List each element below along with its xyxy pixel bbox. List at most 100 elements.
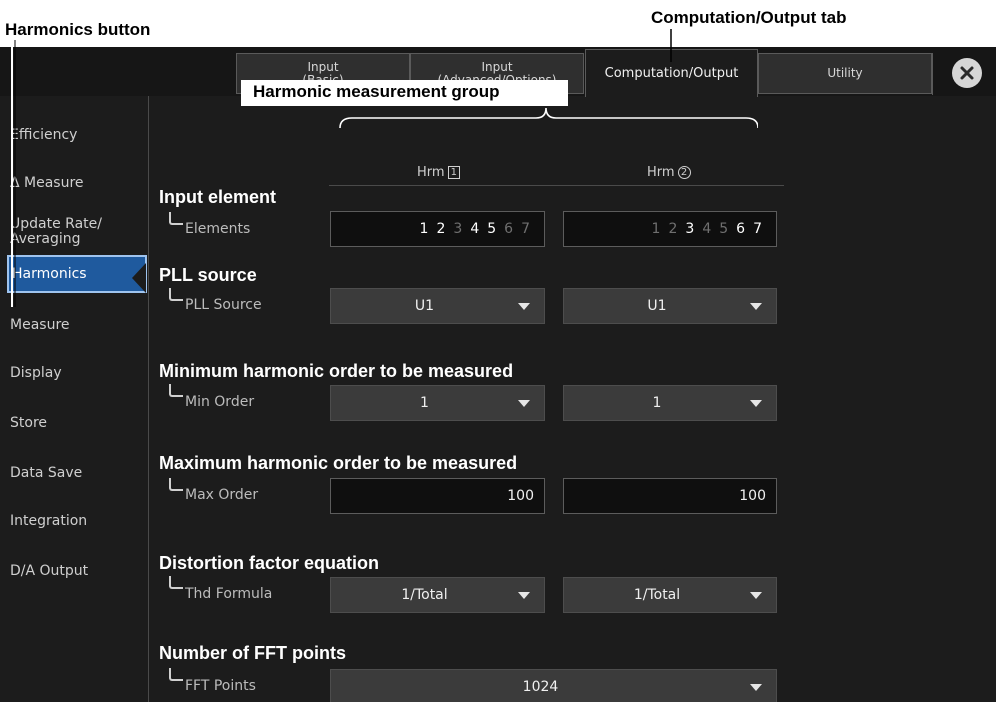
sidebar-item-label: Averaging (10, 231, 81, 247)
input-value: 100 (507, 488, 534, 504)
dropdown-value: 1 (420, 395, 429, 411)
hrm1-column-header: Hrm 1 (417, 165, 460, 180)
dropdown-value: 1 (652, 395, 662, 411)
chevron-down-icon (518, 399, 530, 407)
harmonics-button-callout: Harmonics button (5, 20, 151, 39)
element-1[interactable]: 1 (420, 221, 429, 237)
element-6[interactable]: 6 (504, 221, 513, 237)
sidebar-item-display[interactable]: Display (0, 358, 148, 388)
fft-points-title: Number of FFT points (159, 643, 346, 663)
hrm1-elements-field[interactable]: 1 2 3 4 5 6 7 (330, 211, 545, 247)
tab-utility[interactable]: Utility (758, 53, 932, 94)
hrm2-column-header: Hrm 2 (647, 165, 691, 180)
sidebar: Efficiency Δ Measure Update Rate/ Averag… (0, 96, 149, 702)
hrm2-column-label: Hrm (647, 165, 675, 180)
thd-formula-title: Distortion factor equation (159, 553, 379, 573)
min-order-title: Minimum harmonic order to be measured (159, 361, 514, 381)
element-3[interactable]: 3 (685, 221, 694, 237)
element-4[interactable]: 4 (702, 221, 711, 237)
elbow-connector (169, 576, 183, 589)
thd-formula-label: Thd Formula (185, 586, 273, 602)
sidebar-item-harmonics[interactable]: Harmonics (7, 255, 147, 293)
tab-utility-label: Utility (827, 66, 863, 80)
tab-computation-output[interactable]: Computation/Output (585, 49, 758, 97)
harmonic-group-callout-label: Harmonic measurement group (253, 82, 500, 101)
elbow-connector (169, 668, 183, 681)
elbow-connector (169, 288, 183, 301)
hrm1-max-order-input[interactable]: 100 (330, 478, 545, 514)
elements-label: Elements (185, 221, 251, 237)
element-4[interactable]: 4 (470, 221, 479, 237)
hrm1-pll-source-dropdown[interactable]: U1 (330, 288, 545, 324)
settings-screen: Input (Basic) Input (Advanced/Options) C… (0, 47, 996, 702)
elbow-connector (169, 478, 183, 491)
element-5[interactable]: 5 (719, 221, 728, 237)
dropdown-value: U1 (414, 298, 435, 314)
chevron-down-icon (750, 683, 762, 691)
element-7[interactable]: 7 (753, 221, 762, 237)
element-1[interactable]: 1 (652, 221, 661, 237)
tab-computation-output-label: Computation/Output (604, 66, 739, 81)
fft-points-dropdown[interactable]: 1024 (330, 669, 777, 702)
max-order-label: Max Order (185, 487, 259, 503)
sidebar-item-label: Measure (10, 316, 70, 333)
min-order-label: Min Order (185, 394, 255, 410)
element-2[interactable]: 2 (436, 221, 445, 237)
max-order-title: Maximum harmonic order to be measured (159, 453, 518, 473)
input-value: 100 (739, 488, 766, 504)
hrm1-marker-icon: 1 (447, 166, 460, 179)
sidebar-item-label: Harmonics (12, 265, 87, 282)
sidebar-item-label: Efficiency (10, 126, 78, 143)
close-button[interactable] (952, 58, 982, 88)
dropdown-value: 1/Total (633, 587, 681, 603)
elbow-connector (169, 384, 183, 397)
sidebar-item-update-rate[interactable]: Update Rate/ Averaging (0, 214, 148, 250)
dropdown-value: 1/Total (401, 587, 448, 603)
sidebar-item-label: Store (10, 414, 48, 431)
element-2[interactable]: 2 (668, 221, 677, 237)
hrm2-thd-formula-dropdown[interactable]: 1/Total (563, 577, 777, 613)
sidebar-item-label: Data Save (10, 464, 83, 481)
element-5[interactable]: 5 (487, 221, 496, 237)
hrm2-elements-field[interactable]: 1 2 3 4 5 6 7 (563, 211, 777, 247)
elbow-connector (169, 212, 183, 225)
tab-input-basic-line1: Input (307, 59, 339, 74)
sidebar-item-label: Display (10, 364, 62, 381)
sidebar-item-measure[interactable]: Measure (0, 310, 148, 340)
sidebar-item-data-save[interactable]: Data Save (0, 458, 148, 488)
sidebar-item-efficiency[interactable]: Efficiency (0, 120, 148, 150)
column-header-underline (329, 185, 784, 186)
chevron-down-icon (750, 591, 762, 599)
pll-source-label: PLL Source (185, 297, 262, 313)
chevron-down-icon (518, 591, 530, 599)
element-6[interactable]: 6 (736, 221, 745, 237)
sidebar-item-delta-measure[interactable]: Δ Measure (0, 168, 148, 198)
tab-input-advanced-line1: Input (481, 59, 513, 74)
chevron-down-icon (750, 399, 762, 407)
tab-separator (932, 53, 933, 95)
hrm1-column-label: Hrm (417, 165, 445, 180)
sidebar-item-da-output[interactable]: D/A Output (0, 556, 148, 586)
sidebar-item-label: Δ Measure (10, 174, 84, 191)
input-element-title: Input element (159, 187, 277, 207)
hrm2-min-order-dropdown[interactable]: 1 (563, 385, 777, 421)
sidebar-item-store[interactable]: Store (0, 408, 148, 438)
hrm2-pll-source-dropdown[interactable]: U1 (563, 288, 777, 324)
sidebar-item-label: D/A Output (10, 562, 89, 579)
close-x-icon (960, 66, 974, 80)
hrm2-max-order-input[interactable]: 100 (563, 478, 777, 514)
element-7[interactable]: 7 (521, 221, 530, 237)
computation-tab-callout: Computation/Output tab (651, 8, 847, 27)
sidebar-item-integration[interactable]: Integration (0, 506, 148, 536)
harmonic-group-brace (339, 107, 758, 129)
hrm1-min-order-dropdown[interactable]: 1 (330, 385, 545, 421)
dropdown-value: 1024 (522, 679, 559, 695)
pll-source-title: PLL source (159, 265, 257, 285)
element-3[interactable]: 3 (453, 221, 462, 237)
sidebar-item-label: Integration (10, 512, 88, 529)
fft-points-label: FFT Points (185, 678, 256, 694)
chevron-down-icon (518, 302, 530, 310)
sidebar-item-label: Update Rate/ (10, 216, 102, 232)
harmonics-settings-panel: Hrm 1 Hrm 2 Input element Elements 1 2 3 4… (149, 96, 996, 702)
hrm1-thd-formula-dropdown[interactable]: 1/Total (330, 577, 545, 613)
